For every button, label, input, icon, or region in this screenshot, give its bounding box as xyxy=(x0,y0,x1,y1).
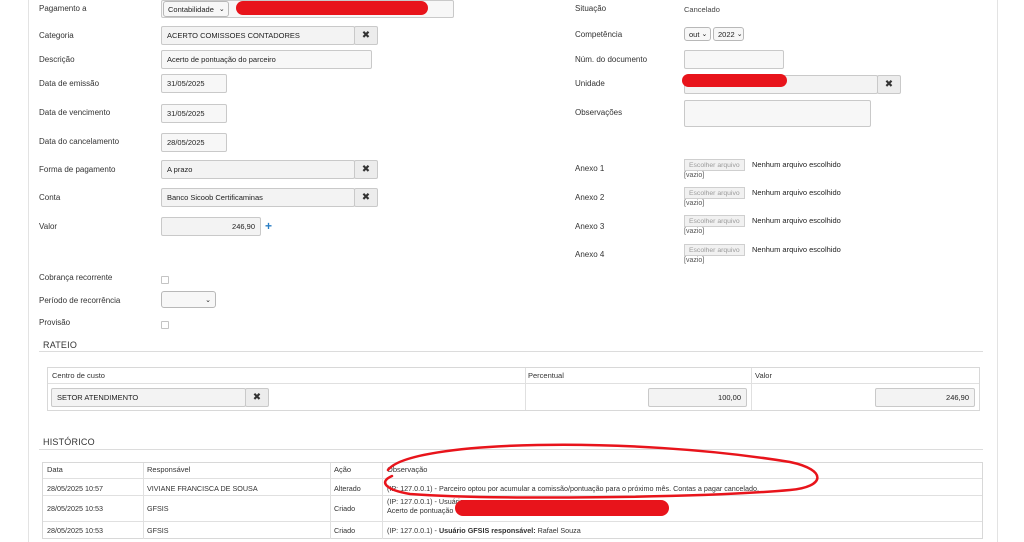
label-anexo-3: Anexo 3 xyxy=(575,222,605,231)
conta-clear-button[interactable]: ✖ xyxy=(354,188,378,207)
label-situacao: Situação xyxy=(575,4,607,13)
rateio-section-title: RATEIO xyxy=(43,340,78,350)
rateio-header-percentual: Percentual xyxy=(528,371,564,380)
historico-row-2-data: 28/05/2025 10:53 xyxy=(47,504,103,513)
descricao-input[interactable]: Acerto de pontuação do parceiro xyxy=(161,50,372,69)
data-cancelamento-input[interactable]: 28/05/2025 xyxy=(161,133,227,152)
historico-row-2-acao: Criado xyxy=(334,504,356,513)
conta-field[interactable]: Banco Sicoob Certificaminas xyxy=(161,188,355,207)
label-conta: Conta xyxy=(39,193,61,202)
rateio-percentual-input[interactable]: 100,00 xyxy=(648,388,747,407)
historico-row-3-responsavel: GFSIS xyxy=(147,526,169,535)
label-competencia: Competência xyxy=(575,30,623,39)
plus-icon[interactable]: + xyxy=(265,219,272,233)
label-categoria: Categoria xyxy=(39,31,74,40)
times-icon: ✖ xyxy=(361,30,371,41)
rateio-valor-input[interactable]: 246,90 xyxy=(875,388,975,407)
historico-row-2-responsavel: GFSIS xyxy=(147,504,169,513)
historico-header-responsavel: Responsável xyxy=(147,465,191,474)
redaction-scribble xyxy=(236,1,428,15)
historico-header-acao: Ação xyxy=(334,465,352,474)
data-vencimento-input[interactable]: 31/05/2025 xyxy=(161,104,227,123)
categoria-field[interactable]: ACERTO COMISSOES CONTADORES xyxy=(161,26,355,45)
historico-row-3-acao: Criado xyxy=(334,526,356,535)
provisao-checkbox[interactable] xyxy=(161,321,169,329)
historico-row-1-data: 28/05/2025 10:57 xyxy=(47,484,103,493)
historico-section-title: HISTÓRICO xyxy=(43,437,95,447)
anexo-4-status: Nenhum arquivo escolhido xyxy=(752,245,841,254)
times-icon: ✖ xyxy=(252,392,262,403)
times-icon: ✖ xyxy=(361,164,371,175)
label-descricao: Descrição xyxy=(39,55,75,64)
competencia-month-value: out xyxy=(689,29,700,39)
label-provisao: Provisão xyxy=(39,318,71,327)
rateio-divider xyxy=(39,351,983,352)
cobranca-recorrente-checkbox[interactable] xyxy=(161,276,169,284)
anexo-2-status: Nenhum arquivo escolhido xyxy=(752,188,841,197)
anexo-2-choose-button[interactable]: Escolher arquivo xyxy=(684,187,745,199)
label-anexo-2: Anexo 2 xyxy=(575,193,605,202)
num-documento-input[interactable] xyxy=(684,50,784,69)
pagamento-a-select[interactable]: Contabilidade ⌄ xyxy=(163,1,229,17)
label-anexo-4: Anexo 4 xyxy=(575,250,605,259)
anexo-2-note: [vazio] xyxy=(684,200,705,207)
label-anexo-1: Anexo 1 xyxy=(575,164,605,173)
anexo-1-choose-button[interactable]: Escolher arquivo xyxy=(684,159,745,171)
rateio-header-valor: Valor xyxy=(755,371,772,380)
competencia-year-select[interactable]: 2022 ⌄ xyxy=(713,27,744,41)
anexo-1-note: [vazio] xyxy=(684,172,705,179)
label-forma-pagamento: Forma de pagamento xyxy=(39,165,116,174)
historico-row-1-responsavel: VIVIANE FRANCISCA DE SOUSA xyxy=(147,484,258,493)
annotation-ellipse xyxy=(383,443,819,499)
competencia-month-select[interactable]: out ⌄ xyxy=(684,27,711,41)
label-cobranca-recorrente: Cobrança recorrente xyxy=(39,273,113,282)
redaction-scribble xyxy=(682,74,787,87)
pagamento-a-select-value: Contabilidade xyxy=(168,4,214,14)
times-icon: ✖ xyxy=(884,79,894,90)
anexo-4-note: [vazio] xyxy=(684,257,705,264)
chevron-down-icon: ⌄ xyxy=(701,31,708,38)
anexo-3-status: Nenhum arquivo escolhido xyxy=(752,216,841,225)
rateio-centro-clear-button[interactable]: ✖ xyxy=(245,388,269,407)
periodo-recorrencia-select[interactable]: ⌄ xyxy=(161,291,216,308)
chevron-down-icon: ⌄ xyxy=(218,6,225,13)
unidade-clear-button[interactable]: ✖ xyxy=(877,75,901,94)
categoria-clear-button[interactable]: ✖ xyxy=(354,26,378,45)
forma-pagamento-clear-button[interactable]: ✖ xyxy=(354,160,378,179)
label-num-documento: Núm. do documento xyxy=(575,55,648,64)
label-periodo-recorrencia: Período de recorrência xyxy=(39,296,121,305)
anexo-1-status: Nenhum arquivo escolhido xyxy=(752,160,841,169)
historico-header-data: Data xyxy=(47,465,63,474)
rateio-header-centro: Centro de custo xyxy=(52,371,105,380)
rateio-centro-field[interactable]: SETOR ATENDIMENTO xyxy=(51,388,246,407)
historico-row-3-data: 28/05/2025 10:53 xyxy=(47,526,103,535)
label-data-vencimento: Data de vencimento xyxy=(39,108,111,117)
observacoes-textarea[interactable] xyxy=(684,100,871,127)
label-data-emissao: Data de emissão xyxy=(39,79,100,88)
times-icon: ✖ xyxy=(361,192,371,203)
chevron-down-icon: ⌄ xyxy=(205,296,211,304)
label-unidade: Unidade xyxy=(575,79,605,88)
forma-pagamento-field[interactable]: A prazo xyxy=(161,160,355,179)
obs-bold: Usuário GFSIS responsável: xyxy=(438,526,536,535)
obs-prefix: (IP: 127.0.0.1) - xyxy=(387,526,439,535)
label-valor: Valor xyxy=(39,222,58,231)
valor-input[interactable]: 246,90 xyxy=(161,217,261,236)
obs-name: Rafael Souza xyxy=(535,526,581,535)
historico-row-3-observacao: (IP: 127.0.0.1) - Usuário GFSIS responsá… xyxy=(387,526,581,535)
data-emissao-input[interactable]: 31/05/2025 xyxy=(161,74,227,93)
label-observacoes: Observações xyxy=(575,108,623,117)
anexo-3-note: [vazio] xyxy=(684,228,705,235)
chevron-down-icon: ⌄ xyxy=(736,31,743,38)
situacao-value: Cancelado xyxy=(684,5,720,14)
anexo-3-choose-button[interactable]: Escolher arquivo xyxy=(684,215,745,227)
label-data-cancelamento: Data do cancelamento xyxy=(39,137,120,146)
competencia-year-value: 2022 xyxy=(718,29,735,39)
anexo-4-choose-button[interactable]: Escolher arquivo xyxy=(684,244,745,256)
historico-row-1-acao: Alterado xyxy=(334,484,361,493)
label-pagamento-a: Pagamento a xyxy=(39,4,87,13)
